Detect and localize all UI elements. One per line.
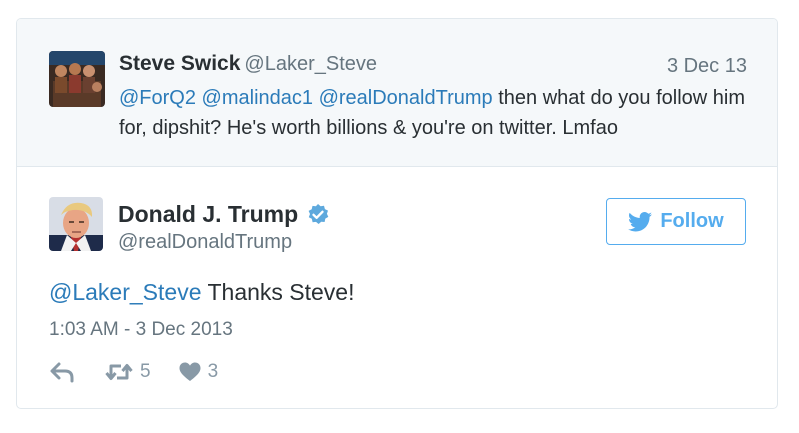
like-button[interactable]: 3 bbox=[179, 361, 219, 383]
main-tweet-body: Thanks Steve! bbox=[201, 279, 355, 305]
heart-icon bbox=[179, 362, 201, 381]
mention-link[interactable]: @ForQ2 bbox=[119, 87, 196, 109]
follow-button-label: Follow bbox=[660, 210, 724, 232]
tweet-actions: 5 3 bbox=[49, 359, 218, 385]
parent-tweet-text: @ForQ2 @malindac1 @realDonaldTrump then … bbox=[119, 83, 759, 143]
main-author-handle[interactable]: @realDonaldTrump bbox=[118, 231, 292, 254]
tweet-embed-card: Steve Swick @Laker_Steve 3 Dec 13 @ForQ2 … bbox=[16, 18, 778, 409]
verified-badge-icon bbox=[306, 203, 330, 227]
mention-link[interactable]: @realDonaldTrump bbox=[319, 87, 493, 109]
like-count: 3 bbox=[207, 361, 219, 382]
main-tweet-text: @Laker_Steve Thanks Steve! bbox=[49, 279, 355, 306]
mention-link[interactable]: @Laker_Steve bbox=[49, 279, 202, 305]
follow-button[interactable]: Follow bbox=[606, 198, 746, 245]
parent-author-name[interactable]: Steve Swick bbox=[119, 52, 240, 75]
retweet-button[interactable]: 5 bbox=[105, 361, 151, 383]
main-author-name-text[interactable]: Donald J. Trump bbox=[118, 201, 298, 228]
parent-author-avatar[interactable] bbox=[49, 51, 105, 107]
mention-link[interactable]: @malindac1 bbox=[202, 87, 313, 109]
parent-author-handle[interactable]: @Laker_Steve bbox=[244, 53, 377, 75]
tweet-timestamp[interactable]: 1:03 AM - 3 Dec 2013 bbox=[49, 319, 233, 341]
reply-button[interactable] bbox=[49, 361, 75, 383]
parent-tweet-date[interactable]: 3 Dec 13 bbox=[667, 55, 747, 78]
reply-icon bbox=[50, 362, 74, 383]
main-author-avatar[interactable] bbox=[49, 197, 103, 251]
retweet-icon bbox=[105, 364, 133, 380]
retweet-count: 5 bbox=[140, 361, 151, 382]
parent-tweet: Steve Swick @Laker_Steve 3 Dec 13 @ForQ2 … bbox=[17, 19, 777, 167]
twitter-bird-icon bbox=[628, 211, 653, 231]
parent-tweet-header: Steve Swick @Laker_Steve 3 Dec 13 bbox=[119, 52, 747, 80]
main-author-name[interactable]: Donald J. Trump bbox=[118, 201, 330, 228]
